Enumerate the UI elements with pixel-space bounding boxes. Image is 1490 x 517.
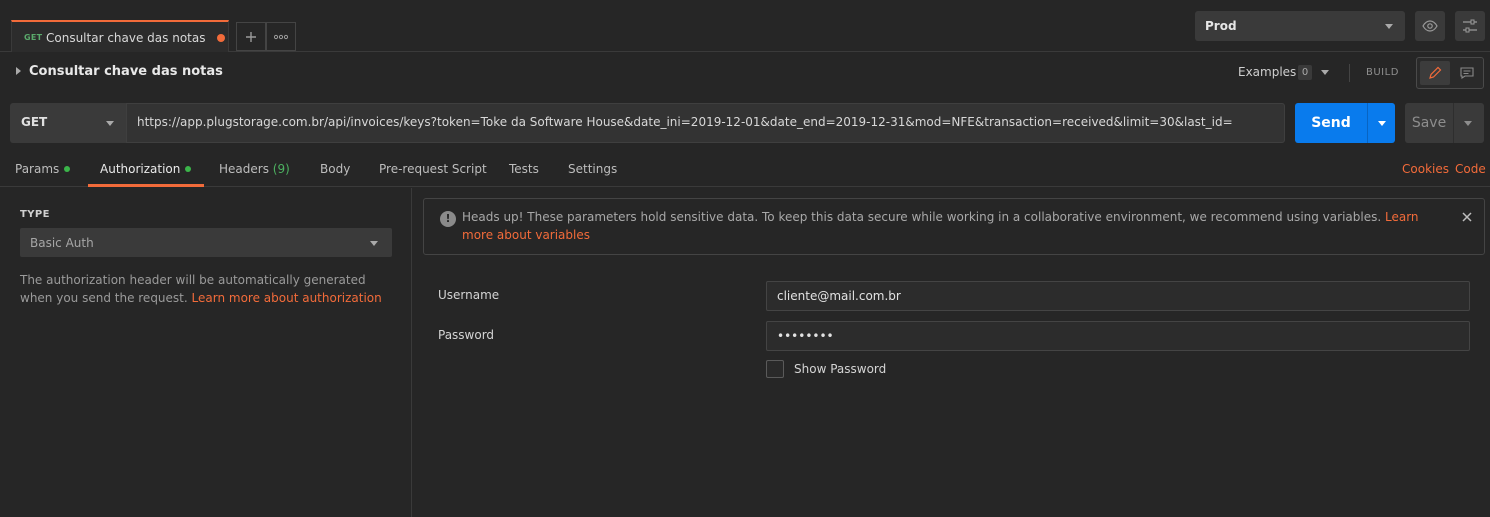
request-tab[interactable]: GET Consultar chave das notas <box>11 20 229 52</box>
tab-tests[interactable]: Tests <box>509 162 539 176</box>
save-button[interactable]: Save <box>1405 103 1453 143</box>
close-icon <box>1462 212 1472 222</box>
tab-headers[interactable]: Headers (9) <box>219 162 290 176</box>
tab-params[interactable]: Params <box>15 162 71 176</box>
unsaved-changes-dot <box>217 34 225 42</box>
environment-quick-look-button[interactable] <box>1415 11 1445 41</box>
url-input[interactable]: https://app.plugstorage.com.br/api/invoi… <box>126 103 1285 143</box>
send-button[interactable]: Send <box>1295 103 1367 143</box>
request-title[interactable]: Consultar chave das notas <box>29 64 223 79</box>
tab-authorization[interactable]: Authorization <box>100 162 192 176</box>
save-options-dropdown[interactable] <box>1453 103 1484 143</box>
alert-message-text: Heads up! These parameters hold sensitiv… <box>462 210 1382 224</box>
plus-icon <box>246 31 256 42</box>
tab-authorization-label: Authorization <box>100 162 181 176</box>
password-label: Password <box>438 328 495 342</box>
environment-selected: Prod <box>1205 19 1237 33</box>
divider <box>1349 64 1350 82</box>
more-horizontal-icon <box>274 34 288 39</box>
learn-more-authorization-link[interactable]: Learn more about authorization <box>192 291 382 305</box>
comment-icon <box>1460 67 1474 79</box>
alert-message: Heads up! These parameters hold sensitiv… <box>462 208 1442 244</box>
documentation-mode-button[interactable] <box>1453 61 1481 85</box>
auth-type-value: Basic Auth <box>30 236 94 250</box>
close-alert-button[interactable] <box>1460 210 1474 224</box>
chevron-down-icon <box>1378 121 1386 126</box>
code-link[interactable]: Code <box>1455 162 1486 176</box>
request-tab-method: GET <box>24 33 43 42</box>
http-method-select[interactable]: GET <box>10 103 126 143</box>
request-subtabs: Params Authorization Headers (9) Body Pr… <box>0 152 1490 187</box>
sliders-icon <box>1463 19 1477 33</box>
params-active-dot <box>64 166 71 172</box>
show-password-label[interactable]: Show Password <box>794 362 886 376</box>
eye-icon <box>1422 20 1438 32</box>
auth-type-panel: TYPE Basic Auth The authorization header… <box>0 188 412 517</box>
examples-count-badge: 0 <box>1298 65 1312 80</box>
auth-type-select[interactable]: Basic Auth <box>20 228 392 257</box>
tab-prerequest-script[interactable]: Pre-request Script <box>379 162 487 176</box>
pencil-icon <box>1429 66 1442 79</box>
build-mode-label: BUILD <box>1366 67 1399 78</box>
edit-mode-button[interactable] <box>1420 61 1450 85</box>
username-label: Username <box>438 288 500 302</box>
password-field[interactable]: •••••••• <box>766 321 1470 351</box>
new-tab-button[interactable] <box>236 22 266 51</box>
tab-params-label: Params <box>15 162 60 176</box>
chevron-down-icon[interactable] <box>1321 70 1329 75</box>
username-field[interactable]: cliente@mail.com.br <box>766 281 1470 311</box>
chevron-right-icon[interactable] <box>16 67 21 75</box>
info-icon: ! <box>440 211 456 227</box>
tab-settings[interactable]: Settings <box>568 162 617 176</box>
chevron-down-icon <box>1385 24 1393 29</box>
auth-description: The authorization header will be automat… <box>20 271 388 307</box>
more-tabs-button[interactable] <box>266 22 296 51</box>
chevron-down-icon <box>1464 121 1472 126</box>
tab-body[interactable]: Body <box>320 162 350 176</box>
auth-type-label: TYPE <box>20 209 50 220</box>
examples-button[interactable]: Examples <box>1238 65 1296 79</box>
http-method-value: GET <box>21 115 48 129</box>
mode-toggle-group <box>1416 57 1484 89</box>
authorization-active-dot <box>185 166 192 172</box>
chevron-down-icon <box>106 121 114 126</box>
manage-environments-button[interactable] <box>1455 11 1485 41</box>
tab-headers-label: Headers <box>219 162 269 176</box>
show-password-checkbox[interactable] <box>766 360 784 378</box>
request-title-row: Consultar chave das notas Examples 0 BUI… <box>0 52 1490 92</box>
chevron-down-icon <box>370 241 378 246</box>
request-tab-name: Consultar chave das notas <box>46 31 206 45</box>
sensitive-data-alert: ! Heads up! These parameters hold sensit… <box>423 198 1485 255</box>
postman-request-editor: GET Consultar chave das notas Prod Consu… <box>0 0 1490 517</box>
cookies-link[interactable]: Cookies <box>1402 162 1449 176</box>
tab-bar: GET Consultar chave das notas Prod <box>0 0 1490 52</box>
headers-count: (9) <box>272 162 290 176</box>
send-options-dropdown[interactable] <box>1367 103 1395 143</box>
environment-select[interactable]: Prod <box>1195 11 1405 41</box>
active-tab-indicator <box>88 184 204 187</box>
